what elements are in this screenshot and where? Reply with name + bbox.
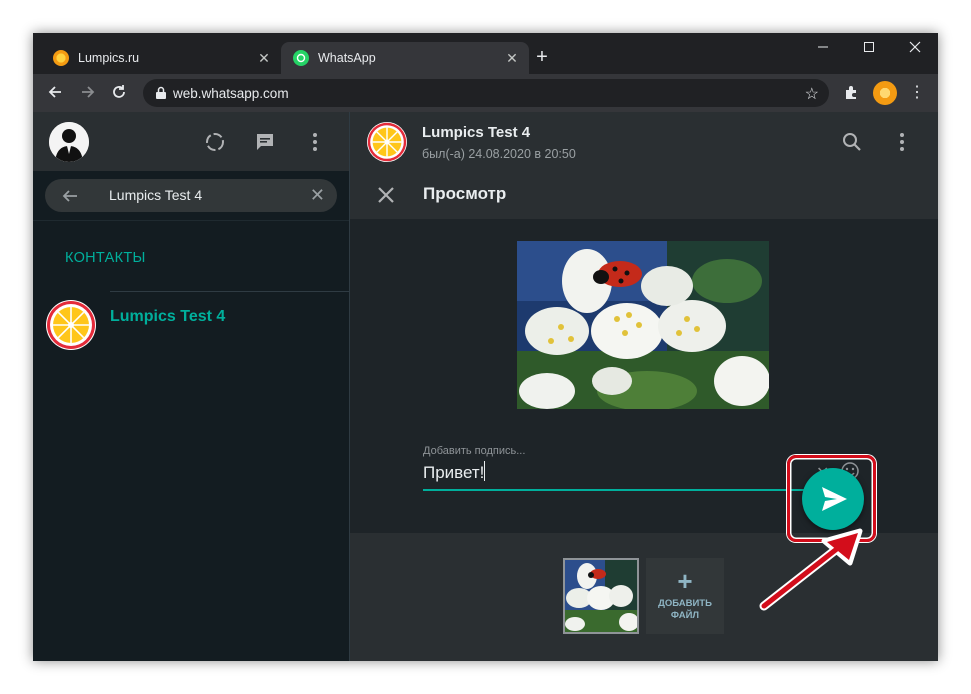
close-window-icon[interactable] — [892, 37, 938, 61]
contacts-section-title: КОНТАКТЫ — [65, 250, 146, 266]
caption-underline — [423, 489, 833, 491]
chat-header[interactable]: Lumpics Test 4 был(-а) 24.08.2020 в 20:5… — [350, 112, 938, 171]
user-avatar[interactable] — [49, 122, 89, 162]
attachment-tray: + ДОБАВИТЬ ФАЙЛ — [350, 533, 938, 661]
media-preview-panel: Просмотр Добавить подпись... Привет! + Д… — [350, 171, 938, 661]
left-pane: ✕ КОНТАКТЫ — [33, 112, 350, 661]
tab-whatsapp[interactable]: WhatsApp ✕ — [281, 42, 529, 74]
star-icon[interactable]: ☆ — [805, 84, 819, 104]
search-input[interactable] — [109, 185, 299, 205]
extensions-icon[interactable] — [841, 83, 861, 103]
new-tab-icon[interactable]: + — [533, 47, 551, 67]
preview-header: Просмотр — [350, 171, 938, 219]
chat-avatar[interactable] — [367, 122, 407, 162]
address-bar[interactable]: web.whatsapp.com ☆ — [143, 79, 829, 107]
send-icon — [822, 487, 847, 511]
caption-value: Привет! — [423, 463, 485, 482]
forward-arrow-icon[interactable] — [78, 83, 98, 103]
preview-title: Просмотр — [423, 184, 507, 203]
add-file-label-line1: ДОБАВИТЬ — [658, 598, 712, 609]
browser-toolbar: web.whatsapp.com ☆ ⋮ — [33, 74, 938, 112]
send-button[interactable] — [802, 468, 864, 530]
contact-list-item[interactable]: Lumpics Test 4 — [33, 292, 349, 364]
reload-icon[interactable] — [109, 83, 129, 103]
profile-avatar[interactable] — [873, 81, 897, 105]
text-caret — [484, 461, 486, 481]
attachment-thumbnail[interactable] — [563, 558, 639, 634]
whatsapp-app: ✕ КОНТАКТЫ — [33, 112, 938, 661]
search-icon[interactable] — [840, 130, 864, 154]
plus-icon: + — [677, 566, 693, 596]
tab-close-icon[interactable]: ✕ — [503, 49, 521, 67]
menu-dots-icon[interactable] — [303, 130, 327, 154]
lock-icon — [155, 86, 167, 100]
left-header — [33, 112, 349, 171]
tab-label: WhatsApp — [318, 51, 376, 65]
url-text: web.whatsapp.com — [173, 85, 289, 101]
maximize-icon[interactable] — [846, 37, 892, 61]
preview-image — [517, 241, 769, 409]
menu-dots-icon[interactable] — [890, 130, 914, 154]
chat-status: был(-а) 24.08.2020 в 20:50 — [422, 147, 576, 161]
minimize-icon[interactable] — [800, 37, 846, 61]
add-file-label-line2: ФАЙЛ — [670, 610, 700, 621]
back-arrow-icon[interactable] — [61, 185, 79, 210]
search-box: ✕ — [45, 179, 337, 212]
tab-close-icon[interactable]: ✕ — [255, 49, 273, 67]
caption-input[interactable]: Привет! — [423, 460, 803, 486]
lumpics-favicon-icon — [53, 50, 69, 66]
tab-strip: Lumpics.ru ✕ WhatsApp ✕ + — [33, 33, 938, 74]
status-icon[interactable] — [203, 130, 227, 154]
clear-search-icon[interactable]: ✕ — [310, 184, 325, 206]
whatsapp-favicon-icon — [293, 50, 309, 66]
tab-lumpics[interactable]: Lumpics.ru ✕ — [41, 42, 281, 74]
contact-name: Lumpics Test 4 — [110, 308, 226, 325]
chat-title: Lumpics Test 4 — [422, 124, 531, 141]
add-file-button[interactable]: + ДОБАВИТЬ ФАЙЛ — [646, 558, 724, 634]
contact-avatar — [46, 300, 96, 350]
caption-label: Добавить подпись... — [423, 445, 526, 457]
search-area: ✕ — [33, 171, 349, 221]
tab-label: Lumpics.ru — [78, 51, 140, 65]
close-icon[interactable] — [374, 183, 398, 207]
new-chat-icon[interactable] — [253, 130, 277, 154]
browser-window: Lumpics.ru ✕ WhatsApp ✕ + web.whatsapp.c… — [33, 33, 938, 661]
back-arrow-icon[interactable] — [45, 83, 65, 103]
browser-menu-icon[interactable]: ⋮ — [907, 83, 927, 103]
